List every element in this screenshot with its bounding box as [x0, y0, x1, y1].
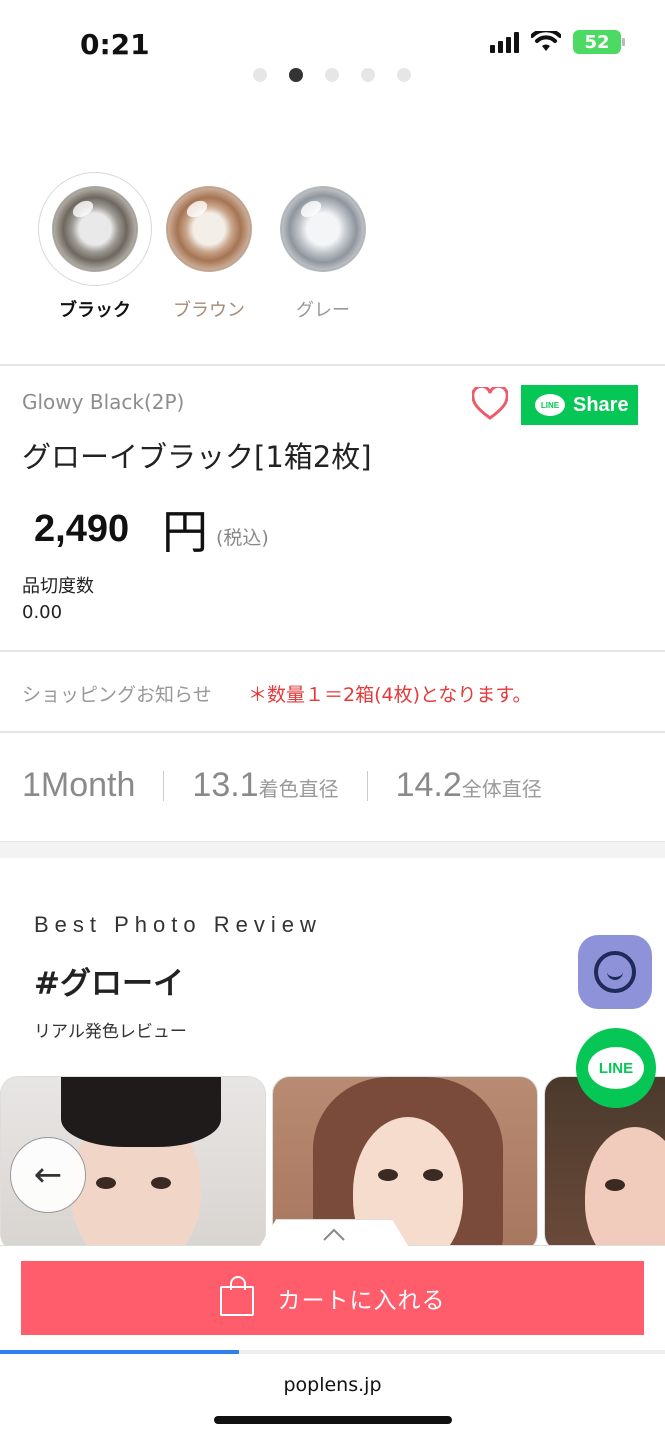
carousel-dot[interactable]: [253, 68, 267, 82]
share-label: Share: [573, 393, 629, 416]
carousel-dot[interactable]: [361, 68, 375, 82]
divider: [0, 650, 665, 652]
color-option-grey[interactable]: グレー: [266, 172, 380, 322]
wifi-icon: [531, 31, 561, 51]
lens-brown-swatch-icon: [166, 186, 252, 272]
line-share-button[interactable]: LINE Share: [521, 385, 638, 425]
tax-note: (税込): [216, 527, 269, 549]
battery-icon: 52: [573, 30, 625, 54]
lens-black-swatch-icon: [52, 186, 138, 272]
line-logo-icon: LINE: [535, 394, 565, 416]
color-label: ブラウン: [173, 300, 245, 321]
chat-icon: [594, 951, 636, 993]
carousel-dots: [253, 68, 411, 82]
review-hashtag: #グローイ: [34, 966, 184, 1002]
color-option-black[interactable]: ブラック: [38, 172, 152, 322]
shopping-bag-icon: [219, 1276, 254, 1316]
line-logo-icon: LINE: [588, 1047, 644, 1089]
cellular-signal-icon: [490, 31, 519, 53]
product-english-name: Glowy Black(2P): [22, 390, 185, 414]
carousel-dot[interactable]: [397, 68, 411, 82]
url-text: poplens.jp: [283, 1374, 382, 1396]
lens-grey-swatch-icon: [280, 186, 366, 272]
spec-total-label: 全体直径: [461, 777, 542, 801]
carousel-dot-active[interactable]: [289, 68, 303, 82]
status-time: 0:21: [80, 28, 150, 61]
section-separator: [0, 842, 665, 858]
lens-specs: 1Month 13.1 着色直径 14.2 全体直径: [22, 766, 542, 805]
carousel-dot[interactable]: [325, 68, 339, 82]
home-indicator[interactable]: [214, 1416, 452, 1424]
carousel-prev-arrow-icon[interactable]: ←: [10, 1137, 86, 1213]
favorite-heart-icon[interactable]: [472, 387, 508, 421]
spec-coloring-label: 着色直径: [258, 777, 339, 801]
spec-total-diameter: 14.2: [395, 766, 462, 804]
product-price: 2,490: [34, 508, 130, 550]
spec-period: 1Month: [22, 766, 136, 804]
review-kicker: Best Photo Review: [34, 912, 322, 937]
browser-url-bar[interactable]: poplens.jp: [0, 1354, 665, 1440]
divider: [0, 364, 665, 366]
status-icons: 52: [490, 30, 625, 54]
expand-chevron-up-icon[interactable]: [258, 1219, 410, 1249]
battery-level: 52: [584, 31, 610, 53]
chat-support-button[interactable]: [578, 935, 652, 1009]
stock-value: 0.00: [22, 602, 63, 623]
divider: [0, 731, 665, 733]
review-subtitle: リアル発色レビュー: [34, 1022, 187, 1042]
add-to-cart-button[interactable]: カートに入れる: [21, 1261, 644, 1335]
stock-label: 品切度数: [22, 576, 94, 597]
product-title: グローイブラック[1箱2枚]: [22, 440, 372, 474]
line-contact-button[interactable]: LINE: [576, 1028, 656, 1108]
spec-coloring-diameter: 13.1: [192, 766, 259, 804]
currency-symbol: 円: [162, 505, 208, 559]
color-selector: ブラック ブラウン グレー: [38, 172, 380, 322]
notice-text: ＊数量１＝2箱(4枚)となります。: [248, 684, 532, 706]
color-option-brown[interactable]: ブラウン: [152, 172, 266, 322]
color-label: グレー: [296, 300, 350, 321]
color-label: ブラック: [59, 300, 131, 321]
notice-label: ショッピングお知らせ: [22, 684, 212, 706]
add-to-cart-label: カートに入れる: [277, 1288, 446, 1314]
